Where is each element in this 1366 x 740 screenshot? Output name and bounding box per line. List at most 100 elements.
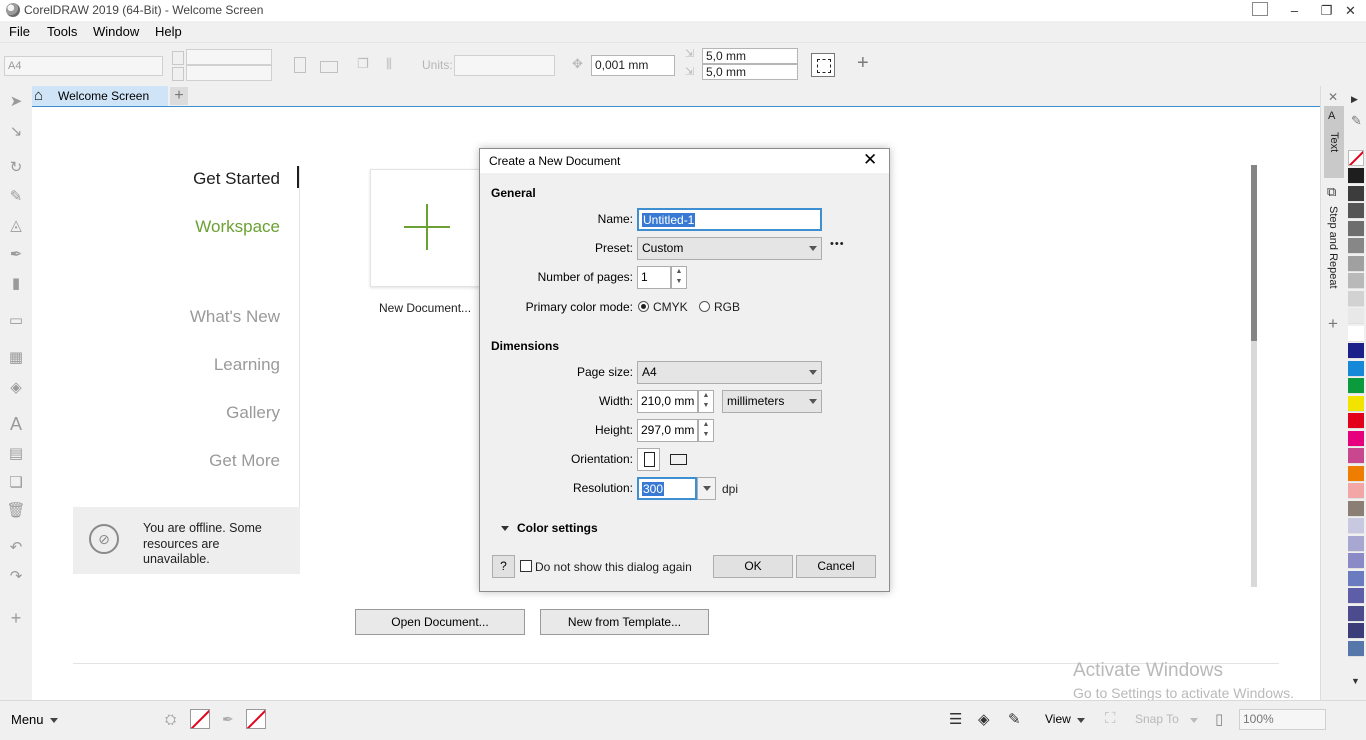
smart-fill-icon[interactable]: ▮ (6, 274, 26, 294)
text-tool-icon[interactable]: A (6, 414, 26, 434)
redo-icon[interactable]: ↷ (6, 567, 26, 587)
dont-show-label[interactable]: Do not show this dialog again (535, 560, 692, 574)
palette-swatch[interactable] (1348, 273, 1364, 289)
rgb-radio[interactable] (699, 301, 710, 312)
color-settings-header[interactable]: Color settings (517, 521, 598, 535)
step-repeat-docker-tab[interactable]: Step and Repeat (1327, 206, 1339, 289)
palette-swatch[interactable] (1348, 378, 1364, 394)
nav-learning[interactable]: Learning (214, 355, 280, 375)
all-pages-icon[interactable]: ❐ (357, 56, 369, 72)
portrait-orientation-button[interactable] (637, 448, 660, 471)
freehand-tool-icon[interactable]: ◬ (6, 216, 26, 236)
palette-swatch[interactable] (1348, 238, 1364, 254)
open-document-button[interactable]: Open Document... (355, 609, 525, 635)
color-settings-chevron-icon[interactable] (501, 526, 509, 531)
duplicate-x-field[interactable]: 5,0 mm (702, 48, 798, 64)
landscape-orientation-button[interactable] (670, 454, 687, 465)
pattern-tool-icon[interactable]: ▦ (6, 348, 26, 368)
units-select[interactable]: millimeters (722, 390, 822, 413)
rectangle-tool-icon[interactable]: ▭ (6, 311, 26, 331)
treat-as-filled-button[interactable] (811, 53, 835, 77)
landscape-icon[interactable] (320, 61, 338, 73)
resolution-input[interactable]: 300 (637, 477, 697, 500)
no-color-swatch[interactable] (1348, 150, 1364, 166)
units-select[interactable] (454, 55, 555, 76)
nav-gallery[interactable]: Gallery (226, 403, 280, 423)
page-size-select[interactable]: A4 (637, 361, 822, 384)
snap-chevron-down-icon[interactable] (1190, 718, 1198, 723)
fill-tool-icon[interactable]: ◈ (6, 378, 26, 398)
cmyk-label[interactable]: CMYK (653, 300, 688, 314)
view-chevron-down-icon[interactable] (1077, 718, 1085, 723)
align-icon[interactable]: ☰ (949, 710, 962, 728)
menu-file[interactable]: File (9, 24, 30, 39)
menu-help[interactable]: Help (155, 24, 182, 39)
palette-swatch[interactable] (1348, 308, 1364, 324)
menu-window[interactable]: Window (93, 24, 139, 39)
palette-swatch[interactable] (1348, 255, 1364, 272)
user-account-icon[interactable] (1252, 2, 1268, 16)
cancel-button[interactable]: Cancel (796, 555, 876, 578)
nav-get-started[interactable]: Get Started (193, 169, 280, 189)
new-document-tile[interactable] (370, 169, 484, 287)
palette-swatch[interactable] (1348, 360, 1364, 377)
page-view-icon[interactable]: ▯ (1215, 710, 1223, 728)
nav-get-more[interactable]: Get More (209, 451, 280, 471)
eyedropper-icon[interactable]: ✎ (1351, 113, 1362, 129)
add-docker-icon[interactable]: + (1328, 314, 1338, 334)
palette-swatch[interactable] (1348, 570, 1364, 587)
nav-whats-new[interactable]: What's New (190, 307, 280, 327)
snap-to-button[interactable]: Snap To (1135, 712, 1179, 726)
nav-workspace[interactable]: Workspace (195, 217, 280, 237)
width-spinner[interactable]: ▲ ▼ (698, 390, 714, 413)
page-size-select[interactable]: A4 (4, 56, 163, 76)
menu-tools[interactable]: Tools (47, 24, 77, 39)
ok-button[interactable]: OK (713, 555, 793, 578)
artistic-media-icon[interactable]: ✒ (6, 245, 26, 265)
menu-button[interactable]: Menu (11, 712, 44, 727)
rgb-label[interactable]: RGB (714, 300, 740, 314)
palette-swatch[interactable] (1348, 553, 1364, 569)
zoom-level-field[interactable]: 100% (1239, 709, 1326, 730)
preset-more-button[interactable]: ••• (830, 238, 845, 250)
preset-select[interactable]: Custom (637, 237, 822, 260)
page-height-field[interactable] (186, 65, 272, 81)
palette-swatch[interactable] (1348, 168, 1364, 184)
outline-none-swatch[interactable] (246, 709, 266, 729)
palette-swatch[interactable] (1348, 395, 1364, 412)
scrollbar-thumb[interactable] (1251, 165, 1257, 341)
resolution-dropdown-button[interactable] (697, 477, 716, 500)
name-input[interactable]: Untitled-1 (637, 208, 822, 231)
fill-none-swatch[interactable] (190, 709, 210, 729)
add-tab-button[interactable]: + (170, 87, 188, 105)
crop-tool-icon[interactable]: ↻ (6, 158, 26, 178)
close-window-button[interactable]: ✕ (1334, 0, 1366, 21)
duplicate-y-field[interactable]: 5,0 mm (702, 64, 798, 80)
current-page-icon[interactable]: ⫼ (386, 56, 392, 72)
delete-icon[interactable]: 🗑 (6, 501, 26, 521)
add-toolbar-button[interactable]: + (857, 52, 869, 75)
palette-swatch[interactable] (1348, 605, 1364, 622)
width-input[interactable]: 210,0 mm (637, 390, 698, 413)
palette-scroll-up-icon[interactable]: ▶ (1351, 94, 1358, 105)
help-button[interactable]: ? (492, 555, 515, 578)
properties-icon[interactable]: ✎ (1008, 710, 1021, 728)
height-input[interactable]: 297,0 mm (637, 419, 698, 442)
copy-tool-icon[interactable]: ❏ (6, 473, 26, 493)
palette-swatch[interactable] (1348, 343, 1364, 359)
pages-spinner[interactable]: ▲ ▼ (671, 266, 687, 289)
palette-swatch[interactable] (1348, 588, 1364, 604)
nudge-distance-field[interactable]: 0,001 mm (591, 55, 675, 76)
palette-scroll-down-icon[interactable]: ▼ (1351, 676, 1360, 686)
palette-swatch[interactable] (1348, 185, 1364, 202)
page-width-field[interactable] (186, 49, 272, 65)
palette-swatch[interactable] (1348, 430, 1364, 447)
palette-swatch[interactable] (1348, 640, 1364, 657)
text-docker-tab[interactable]: A Text (1324, 106, 1344, 178)
palette-swatch[interactable] (1348, 465, 1364, 482)
palette-swatch[interactable] (1348, 220, 1364, 237)
dialog-close-icon[interactable]: ✕ (863, 150, 877, 170)
table-tool-icon[interactable]: ▤ (6, 444, 26, 464)
menu-chevron-down-icon[interactable] (50, 718, 58, 723)
cmyk-radio[interactable] (638, 301, 649, 312)
